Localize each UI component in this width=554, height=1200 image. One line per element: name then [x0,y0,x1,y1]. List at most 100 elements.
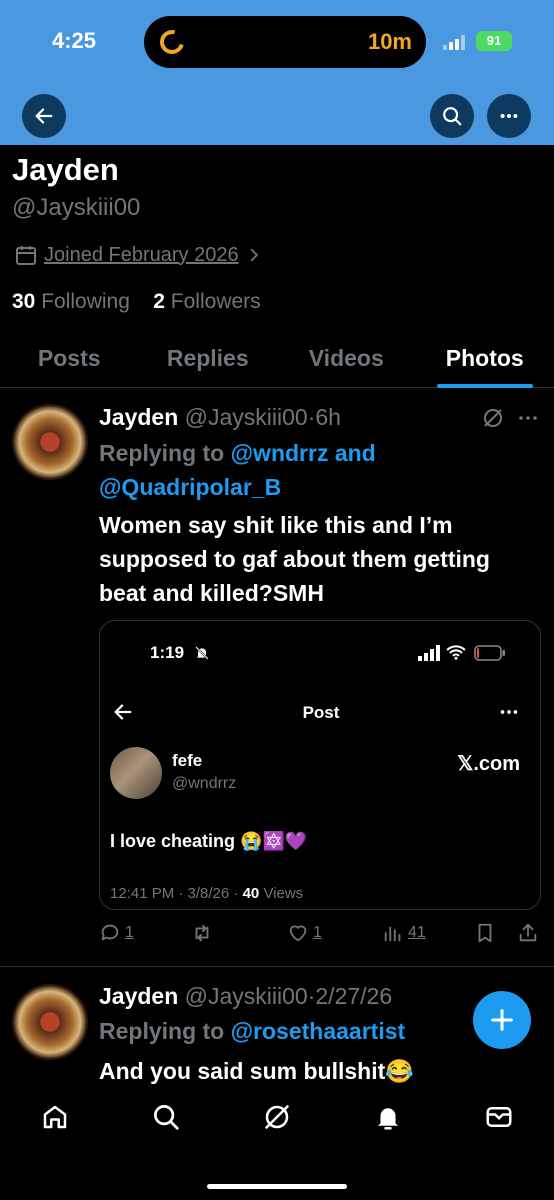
joined-date[interactable]: Joined February 2026 [14,243,263,267]
bookmark-button[interactable] [474,922,496,944]
wifi-icon [446,645,466,660]
reply-button[interactable]: 1 [99,922,134,944]
profile-tabs: Posts Replies Videos Photos [0,330,554,388]
reply-mention-link[interactable]: @Quadripolar_B [99,474,281,500]
tweet-author-handle: @Jayskiii00 [184,404,308,430]
joined-label: Joined February 2026 [44,243,239,266]
nav-messages[interactable] [484,1102,514,1132]
reply-mention-link[interactable]: @rosethaaartist [231,1018,406,1044]
tweet-text: And you said sum bullshit😂 [99,1054,414,1088]
signal-icon [443,34,467,50]
more-options-button[interactable] [487,94,531,138]
following-label: Following [41,290,130,313]
repost-button[interactable] [191,922,213,944]
tab-videos[interactable]: Videos [277,330,416,387]
tweet-header: Jayden @Jayskiii00·2/27/26 [99,983,393,1009]
embed-status-time: 1:19 [150,643,185,662]
tab-replies[interactable]: Replies [139,330,278,387]
followers-link[interactable]: 2 Followers [153,290,260,313]
replying-to: Replying to @wndrrz and @Quadripolar_B [99,436,376,504]
compose-button[interactable] [473,991,531,1049]
heart-icon [289,925,307,942]
reply-mention-link[interactable]: @wndrrz [231,440,329,466]
followers-count: 2 [153,290,165,313]
status-time: 4:25 [52,28,97,53]
replying-to: Replying to @rosethaaartist [99,1014,405,1048]
tweet-actions: 1 1 41 [99,922,544,952]
embed-source-label: 𝕏.com [457,753,520,775]
calendar-icon [16,246,36,265]
bell-icon [378,1108,398,1130]
reply-count: 1 [125,924,134,941]
nav-grok[interactable] [262,1102,292,1132]
timer-ring-icon [155,25,189,59]
nav-notifications[interactable] [373,1102,403,1132]
repost-icon [195,924,209,942]
tweet-divider [0,966,554,967]
bookmark-icon [478,923,492,943]
tweet-author-name[interactable]: Jayden [99,983,178,1009]
like-count: 1 [313,924,322,941]
embed-author-name: fefe [172,751,203,770]
embed-signal-icon [418,645,440,661]
home-indicator[interactable] [207,1184,347,1189]
share-button[interactable] [517,922,539,944]
battery-level: 91 [486,33,502,48]
header-bar: 4:25 10m 91 [0,0,554,145]
tweet-text-line: supposed to gaf about them getting [99,546,490,572]
profile-handle: @Jayskiii00 [12,194,141,221]
replying-prefix: Replying to [99,440,225,466]
embed-battery-icon [474,645,505,661]
avatar[interactable] [12,404,88,480]
following-link[interactable]: 30 Following [12,290,130,313]
bottom-nav [0,1086,554,1146]
tweet-image[interactable]: 1:19 Post fefe @wndrrz 𝕏.com I love chea… [99,620,541,910]
embed-meta: 12:41 PM · 3/8/26 · 40 Views [110,885,303,902]
plus-icon [491,1009,513,1031]
profile-name: Jayden [12,152,119,187]
tweet-text-line: beat and killed?SMH [99,580,324,606]
like-button[interactable]: 1 [287,922,322,944]
views-button[interactable]: 41 [382,922,426,944]
tweet-author-name[interactable]: Jayden [99,404,178,430]
tab-posts[interactable]: Posts [0,330,139,387]
back-button[interactable] [22,94,66,138]
embed-views-count: 40 [242,885,260,902]
tweet-header: Jayden @Jayskiii00·6h [99,404,341,430]
nav-search[interactable] [151,1102,181,1132]
tab-photos[interactable]: Photos [416,330,554,387]
battery-icon: 91 [476,31,512,51]
more-icon [500,710,518,714]
nav-home[interactable] [40,1102,70,1132]
avatar[interactable] [12,984,88,1060]
embed-avatar [110,747,162,799]
embed-views-label: Views [263,885,304,902]
dynamic-island[interactable]: 10m [144,16,426,68]
chevron-right-icon [250,248,258,262]
timer-text: 10m [367,29,412,54]
embed-body: I love cheating 😭🔯💜 [110,831,308,851]
embed-author-handle: @wndrrz [172,775,237,792]
tweet-text: Women say shit like this and I’m suppose… [99,508,490,610]
tweet-text-line: And you said sum bullshit😂 [99,1058,414,1084]
reply-and-label: and [334,440,376,466]
following-count: 30 [12,290,36,313]
tweet-time: 2/27/26 [315,983,393,1009]
follow-counts: 30 Following 2 Followers [12,290,261,314]
arrow-left-icon [35,108,53,124]
grok-icon[interactable] [481,406,505,430]
mail-icon [486,1107,512,1127]
replying-prefix: Replying to [99,1018,225,1044]
views-count: 41 [408,924,426,941]
bell-slash-icon [195,646,209,660]
tweet-time: 6h [315,404,341,430]
home-icon [43,1105,67,1129]
reply-icon [101,924,119,941]
share-icon [519,923,537,942]
more-icon[interactable] [516,406,540,430]
grok-icon [264,1104,290,1130]
search-button[interactable] [430,94,474,138]
search-icon [154,1105,179,1130]
search-icon [443,107,462,126]
more-icon [500,113,518,119]
